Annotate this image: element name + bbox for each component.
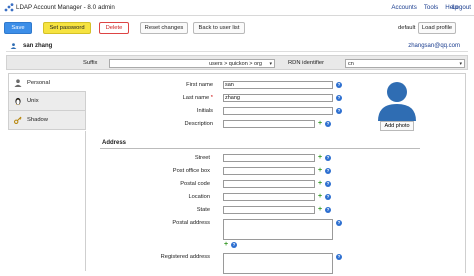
postal-address-textarea[interactable] [223,219,333,240]
description-label: Description [184,121,213,127]
state-input[interactable] [223,206,315,214]
top-bar: LDAP Account Manager - 8.0 admin Account… [0,0,474,16]
tabs-divider [8,131,86,271]
help-icon[interactable]: ? [336,108,342,114]
rdn-value: cn [348,61,354,67]
post-office-box-input[interactable] [223,167,315,175]
rdn-identifier-label: RDN identifier [288,60,325,66]
save-button[interactable]: Save [4,22,32,34]
lam-logo-icon [4,3,14,12]
tab-label: Unix [27,98,39,104]
avatar-placeholder-icon [378,82,416,121]
load-profile-button[interactable]: Load profile [418,22,456,34]
reset-changes-button[interactable]: Reset changes [140,22,188,34]
tab-unix[interactable]: Unix [8,92,86,111]
section-divider [100,148,420,149]
add-value-plus-icon[interactable]: + [317,206,323,213]
chevron-down-icon: ▾ [269,61,272,67]
tab-shadow[interactable]: Shadow [8,111,86,130]
suffix-select[interactable]: users > quickon > org ▾ [109,59,275,68]
account-email[interactable]: zhangsan@qq.com [408,43,460,49]
suffix-value: users > quickon > org [209,61,262,67]
add-photo-button[interactable]: Add photo [380,121,414,131]
delete-button[interactable]: Delete [99,22,129,34]
last-name-input[interactable]: zhang [223,94,333,102]
initials-input[interactable] [223,107,333,115]
first-name-input[interactable]: san [223,81,333,89]
app-title: LDAP Account Manager - 8.0 [16,4,97,11]
key-icon [14,116,22,124]
tux-penguin-icon [15,97,21,105]
help-icon[interactable]: ? [325,121,331,127]
set-password-button[interactable]: Set password [43,22,91,34]
add-value-plus-icon[interactable]: + [317,193,323,200]
postal-address-label: Postal address [172,220,210,226]
address-section-title: Address [102,140,127,146]
help-icon[interactable]: ? [325,168,331,174]
suffix-label: Suffix [83,60,98,66]
account-name: san zhang [23,43,53,49]
add-value-plus-icon[interactable]: + [223,241,229,248]
add-value-plus-icon[interactable]: + [317,154,323,161]
postal-code-input[interactable] [223,180,315,188]
logged-in-user: admin [98,4,115,11]
street-label: Street [194,155,210,161]
rdn-identifier-select[interactable]: cn ▾ [345,59,465,68]
help-icon[interactable]: ? [336,254,342,260]
location-input[interactable] [223,193,315,201]
chevron-down-icon: ▾ [459,61,462,67]
top-nav: Accounts Tools Help [391,4,458,11]
tab-personal[interactable]: Personal [8,73,86,92]
nav-tools-link[interactable]: Tools [424,4,438,11]
help-icon[interactable]: ? [336,95,342,101]
toolbar: Save Set password Delete Reset changes B… [0,18,474,38]
help-icon[interactable]: ? [231,242,237,248]
help-icon[interactable]: ? [325,194,331,200]
location-label: Location [188,194,210,200]
user-icon [10,43,17,49]
help-icon[interactable]: ? [336,220,342,226]
last-name-label-text: Last name [182,95,210,101]
help-icon[interactable]: ? [325,181,331,187]
profile-select[interactable]: default [398,25,415,31]
postal-code-label: Postal code [180,181,210,187]
tab-label: Shadow [27,117,48,123]
suffix-bar: Suffix users > quickon > org ▾ RDN ident… [6,55,468,70]
description-input[interactable] [223,120,315,128]
tab-label: Personal [27,79,50,86]
post-office-box-label: Post office box [172,168,210,174]
required-marker: * [210,95,213,101]
person-icon [14,78,22,87]
help-icon[interactable]: ? [325,155,331,161]
first-name-label: First name [186,82,213,88]
nav-accounts-link[interactable]: Accounts [391,4,416,11]
add-value-plus-icon[interactable]: + [317,180,323,187]
initials-label: Initials [196,108,213,114]
last-name-label: Last name * [113,95,213,101]
module-tabs: Personal Unix Shadow [8,73,86,130]
registered-address-textarea[interactable] [223,253,333,274]
back-to-user-list-button[interactable]: Back to user list [193,22,245,34]
nav-logout-link[interactable]: Logout [452,4,471,11]
registered-address-label: Registered address [160,254,210,260]
help-icon[interactable]: ? [325,207,331,213]
add-value-plus-icon[interactable]: + [317,120,323,127]
account-header: san zhang zhangsan@qq.com [6,40,468,52]
personal-form: First name san ? Last name * zhang ? Ini… [86,73,466,274]
add-value-plus-icon[interactable]: + [317,167,323,174]
state-label: State [196,207,210,213]
help-icon[interactable]: ? [336,82,342,88]
street-input[interactable] [223,154,315,162]
